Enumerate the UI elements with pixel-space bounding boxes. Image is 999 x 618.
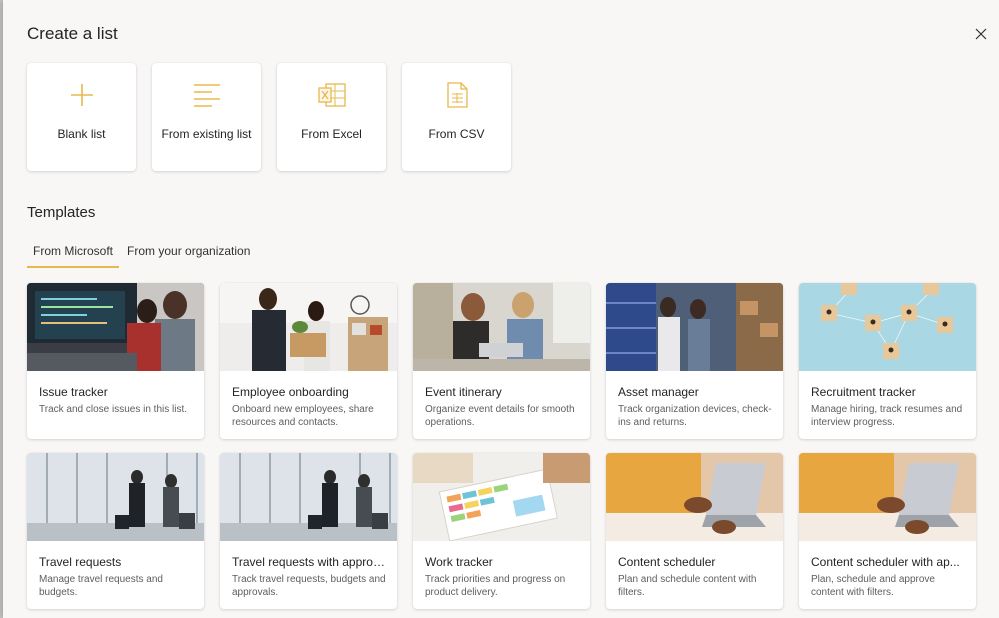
list-lines-icon xyxy=(152,81,261,109)
content-scheduler-with-approvals-image xyxy=(799,453,976,541)
template-name: Work tracker xyxy=(425,555,493,569)
from-existing-list-button[interactable]: From existing list xyxy=(152,63,261,171)
event-itinerary-image xyxy=(413,283,590,371)
template-tabs: From Microsoft From your organization xyxy=(27,244,258,268)
template-name: Recruitment tracker xyxy=(811,385,916,399)
from-existing-list-label: From existing list xyxy=(161,127,252,141)
travel-requests-image xyxy=(27,453,204,541)
template-card-content-scheduler[interactable]: Content scheduler Plan and schedule cont… xyxy=(606,453,783,609)
template-card-content-scheduler-with-approvals[interactable]: Content scheduler with ap... Plan, sched… xyxy=(799,453,976,609)
template-card-asset-manager[interactable]: Asset manager Track organization devices… xyxy=(606,283,783,439)
template-card-event-itinerary[interactable]: Event itinerary Organize event details f… xyxy=(413,283,590,439)
blank-list-button[interactable]: Blank list xyxy=(27,63,136,171)
template-name: Travel requests xyxy=(39,555,122,569)
tab-from-microsoft[interactable]: From Microsoft xyxy=(27,244,120,268)
template-grid: Issue tracker Track and close issues in … xyxy=(27,283,976,609)
template-description: Track organization devices, check-ins an… xyxy=(618,404,772,428)
template-name: Issue tracker xyxy=(39,385,108,399)
template-card-employee-onboarding[interactable]: Employee onboarding Onboard new employee… xyxy=(220,283,397,439)
template-description: Organize event details for smooth operat… xyxy=(425,404,575,428)
template-description: Manage travel requests and budgets. xyxy=(39,574,163,598)
travel-requests-with-approvals-image xyxy=(220,453,397,541)
template-card-travel-requests-with-approvals[interactable]: Travel requests with approv... Track tra… xyxy=(220,453,397,609)
template-name: Event itinerary xyxy=(425,385,502,399)
recruitment-tracker-image xyxy=(799,283,976,371)
template-card-recruitment-tracker[interactable]: Recruitment tracker Manage hiring, track… xyxy=(799,283,976,439)
work-tracker-image xyxy=(413,453,590,541)
template-name: Employee onboarding xyxy=(232,385,349,399)
from-csv-label: From CSV xyxy=(428,127,485,141)
template-description: Onboard new employees, share resources a… xyxy=(232,404,374,428)
template-name: Asset manager xyxy=(618,385,699,399)
from-csv-button[interactable]: From CSV xyxy=(402,63,511,171)
template-description: Track and close issues in this list. xyxy=(39,404,188,415)
tab-from-your-organization[interactable]: From your organization xyxy=(121,244,256,268)
plus-icon xyxy=(27,81,136,109)
template-card-work-tracker[interactable]: Work tracker Track priorities and progre… xyxy=(413,453,590,609)
create-options: Blank list From existing list From Excel… xyxy=(27,63,511,171)
template-description: Manage hiring, track resumes and intervi… xyxy=(811,404,963,428)
employee-onboarding-image xyxy=(220,283,397,371)
templates-heading: Templates xyxy=(27,204,96,221)
from-excel-label: From Excel xyxy=(301,127,362,141)
template-card-issue-tracker[interactable]: Issue tracker Track and close issues in … xyxy=(27,283,204,439)
template-card-travel-requests[interactable]: Travel requests Manage travel requests a… xyxy=(27,453,204,609)
issue-tracker-image xyxy=(27,283,204,371)
template-name: Content scheduler xyxy=(618,555,716,569)
from-excel-button[interactable]: From Excel xyxy=(277,63,386,171)
template-description: Plan and schedule content with filters. xyxy=(618,574,757,598)
close-icon[interactable] xyxy=(973,26,989,42)
blank-list-label: Blank list xyxy=(57,127,106,141)
csv-file-icon xyxy=(402,81,511,109)
page-title: Create a list xyxy=(27,24,118,43)
template-description: Track priorities and progress on product… xyxy=(425,574,566,598)
template-description: Track travel requests, budgets and appro… xyxy=(232,574,386,598)
create-list-panel: Create a list Blank list From existing l… xyxy=(3,0,999,618)
template-name: Travel requests with approv... xyxy=(232,555,387,569)
template-name: Content scheduler with ap... xyxy=(811,555,960,569)
template-description: Plan, schedule and approve content with … xyxy=(811,574,935,598)
content-scheduler-image xyxy=(606,453,783,541)
excel-icon xyxy=(277,81,386,109)
asset-manager-image xyxy=(606,283,783,371)
